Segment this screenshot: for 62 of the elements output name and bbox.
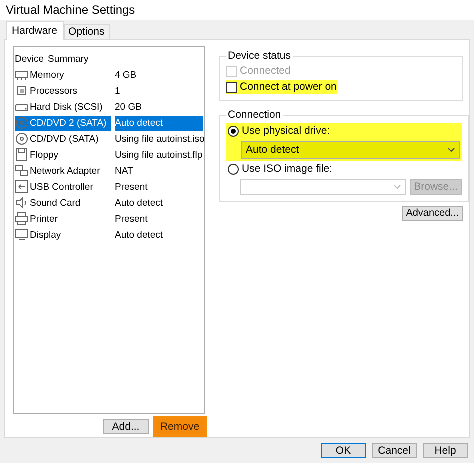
sound-icon — [15, 196, 29, 210]
device-row[interactable]: Memory 4 GB — [15, 67, 203, 83]
device-name: USB Controller — [30, 182, 94, 192]
network-icon — [15, 164, 29, 178]
device-summary: Auto detect — [115, 198, 164, 208]
remove-button[interactable]: Remove — [153, 416, 207, 437]
add-button[interactable]: Add... — [103, 419, 149, 434]
device-summary: Using file autoinst.flp — [115, 150, 203, 160]
help-button[interactable]: Help — [423, 443, 468, 458]
device-summary: 20 GB — [115, 102, 142, 112]
usb-icon — [15, 180, 29, 194]
device-row[interactable]: Hard Disk (SCSI) 20 GB — [15, 99, 203, 115]
column-header: Summary — [48, 54, 90, 64]
window-title: Virtual Machine Settings — [0, 0, 474, 20]
device-name: Network Adapter — [30, 166, 100, 176]
device-row[interactable]: CD/DVD (SATA) Using file autoinst.iso — [15, 131, 203, 147]
device-name: CD/DVD 2 (SATA) — [30, 118, 107, 128]
cd-icon — [15, 116, 29, 130]
chevron-icon — [448, 148, 455, 152]
device-row[interactable]: Processors 1 — [15, 83, 203, 99]
device-row[interactable]: CD/DVD 2 (SATA) Auto detect — [15, 115, 203, 131]
checkbox[interactable]: Connect at power on — [226, 80, 337, 94]
drive-dropdown[interactable]: Auto detect — [241, 141, 460, 159]
radio-button[interactable]: Use ISO image file: — [226, 163, 462, 175]
device-name: Hard Disk (SCSI) — [30, 102, 103, 112]
tab[interactable]: Options — [64, 24, 110, 39]
advanced-button[interactable]: Advanced... — [402, 206, 463, 221]
device-row[interactable]: Network Adapter NAT — [15, 163, 203, 179]
device-summary: Present — [115, 214, 148, 224]
printer-icon — [15, 212, 29, 226]
device-row[interactable]: Display Auto detect — [15, 227, 203, 243]
device-summary: Auto detect — [115, 230, 164, 240]
display-icon — [15, 228, 29, 242]
device-summary: Auto detect — [115, 118, 164, 128]
column-header: Device — [15, 54, 44, 64]
ok-button[interactable]: OK — [321, 443, 366, 458]
cancel-button[interactable]: Cancel — [372, 443, 417, 458]
device-row[interactable]: Floppy Using file autoinst.flp — [15, 147, 203, 163]
device-row[interactable]: USB Controller Present — [15, 179, 203, 195]
device-summary: Using file autoinst.iso — [115, 134, 205, 144]
device-name: CD/DVD (SATA) — [30, 134, 99, 144]
device-summary: Present — [115, 182, 148, 192]
iso-file-field[interactable] — [240, 179, 406, 195]
radio-button[interactable]: Use physical drive: — [228, 125, 460, 137]
chevron-icon — [394, 184, 401, 190]
tab[interactable]: Hardware — [6, 21, 64, 40]
group-title: Device status — [227, 50, 292, 62]
group-title: Connection — [227, 109, 282, 121]
device-name: Display — [30, 230, 62, 240]
floppy-icon — [15, 148, 29, 162]
device-summary: 1 — [115, 86, 120, 96]
device-name: Sound Card — [30, 198, 81, 208]
device-summary: NAT — [115, 166, 134, 176]
device-row[interactable]: Printer Present — [15, 211, 203, 227]
device-summary: 4 GB — [115, 70, 137, 80]
device-name: Printer — [30, 214, 58, 224]
device-name: Memory — [30, 70, 64, 80]
device-row[interactable]: Sound Card Auto detect — [15, 195, 203, 211]
device-name: Floppy — [30, 150, 59, 160]
cd-icon — [15, 132, 29, 146]
cpu-icon — [15, 84, 29, 98]
device-name: Processors — [30, 86, 78, 96]
